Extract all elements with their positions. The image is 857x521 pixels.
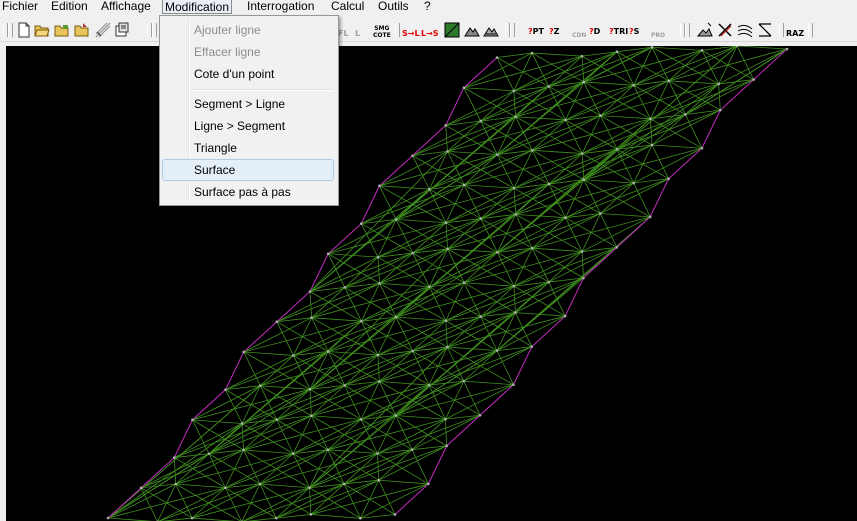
- segment-to-line-button[interactable]: S→L: [402, 25, 420, 43]
- profile-icon[interactable]: [757, 21, 773, 39]
- toolbar: FL L SMG COTE S→L L→S ? PT ? Z CDN ? D ? TRI…: [0, 17, 857, 42]
- modification-menu: Ajouter ligne Effacer ligne Cote d'un po…: [159, 15, 339, 206]
- drawing-canvas[interactable]: [6, 46, 857, 521]
- query-d-button[interactable]: ? D: [589, 23, 600, 41]
- surface-icon[interactable]: [464, 21, 480, 39]
- open-folder-icon[interactable]: [34, 21, 50, 39]
- tin-mesh: [106, 46, 789, 521]
- triangle-icon[interactable]: [444, 21, 460, 39]
- menu-calcul[interactable]: Calcul: [329, 0, 366, 14]
- fl-button[interactable]: FL: [338, 25, 349, 43]
- menu-item-triangle[interactable]: Triangle: [162, 137, 334, 159]
- query-point-button[interactable]: ? PT: [528, 23, 544, 41]
- folder-icon[interactable]: [54, 21, 70, 39]
- query-s-button[interactable]: ? S: [629, 23, 639, 41]
- pro-button[interactable]: PRO: [651, 27, 665, 45]
- contour-lines-icon[interactable]: [737, 21, 753, 39]
- menu-fichier[interactable]: Fichier: [0, 0, 40, 14]
- menu-item-surface[interactable]: Surface: [162, 159, 334, 181]
- menu-item-effacer-ligne: Effacer ligne: [194, 45, 261, 59]
- terrain-icon[interactable]: [697, 21, 713, 39]
- smg-cote-button[interactable]: SMG COTE: [373, 23, 391, 41]
- surface-step-icon[interactable]: [483, 21, 499, 39]
- query-z-button[interactable]: ? Z: [549, 23, 559, 41]
- toolbar-grip[interactable]: [510, 23, 515, 37]
- toolbar-grip[interactable]: [808, 23, 813, 37]
- toolbar-grip[interactable]: [779, 23, 784, 37]
- menu-item-ligne-segment[interactable]: Ligne > Segment: [162, 115, 334, 137]
- menu-help[interactable]: ?: [422, 0, 433, 14]
- folder-save-icon[interactable]: [74, 21, 90, 39]
- toolbar-grip[interactable]: [8, 23, 13, 37]
- menu-outils[interactable]: Outils: [376, 0, 411, 14]
- menu-separator: [193, 89, 333, 91]
- menu-item-ajouter-ligne: Ajouter ligne: [194, 23, 261, 37]
- query-tri-button[interactable]: ? TRI: [609, 23, 628, 41]
- menu-item-cote-point[interactable]: Cote d'un point: [162, 63, 334, 85]
- grid-icon[interactable]: [95, 21, 111, 39]
- menu-item-surface-pas-a-pas[interactable]: Surface pas à pas: [162, 181, 334, 203]
- cross-lines-icon[interactable]: [717, 21, 733, 39]
- l-button[interactable]: L: [355, 25, 360, 43]
- properties-icon[interactable]: [114, 21, 130, 39]
- cdn-button[interactable]: CDN: [572, 27, 586, 45]
- toolbar-grip[interactable]: [685, 23, 690, 37]
- menu-interrogation[interactable]: Interrogation: [245, 0, 316, 14]
- raz-button[interactable]: RAZ: [786, 25, 804, 43]
- line-to-segment-button[interactable]: L→S: [421, 25, 439, 43]
- toolbar-grip[interactable]: [152, 23, 157, 37]
- menu-edition[interactable]: Edition: [49, 0, 90, 14]
- menu-item-segment-ligne[interactable]: Segment > Ligne: [162, 93, 334, 115]
- new-file-icon[interactable]: [16, 21, 32, 39]
- menu-bar: Fichier Edition Affichage Modification I…: [0, 0, 857, 14]
- toolbar-grip[interactable]: [395, 23, 400, 37]
- menu-affichage[interactable]: Affichage: [99, 0, 153, 14]
- menu-modification[interactable]: Modification: [162, 0, 233, 14]
